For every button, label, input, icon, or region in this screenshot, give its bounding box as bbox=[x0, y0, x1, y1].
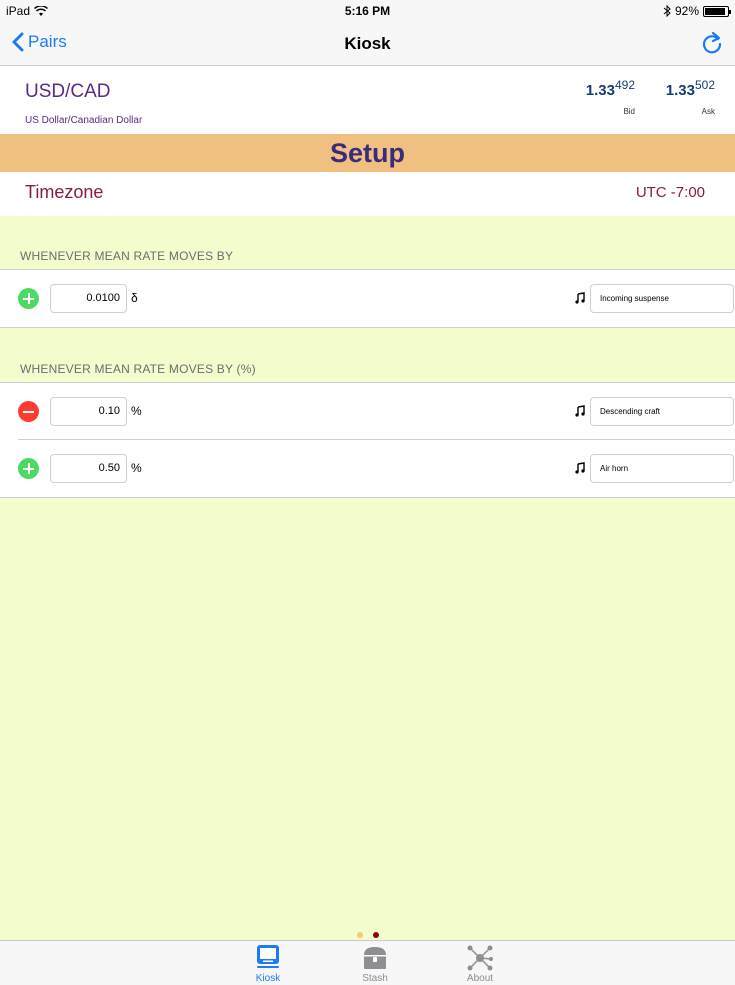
ask-quote: 1.33502 Ask bbox=[645, 78, 715, 116]
sound-select[interactable]: Air horn bbox=[590, 454, 734, 483]
bid-small: 492 bbox=[614, 78, 635, 92]
setup-banner: Setup bbox=[0, 134, 735, 172]
ask-small: 502 bbox=[694, 78, 715, 92]
bid-big: 1.33 bbox=[585, 82, 615, 99]
tab-kiosk[interactable]: Kiosk bbox=[238, 943, 298, 984]
timezone-value: UTC -7:00 bbox=[635, 184, 705, 201]
music-note-icon bbox=[575, 462, 585, 474]
music-note-icon bbox=[575, 292, 585, 304]
ask-big: 1.33 bbox=[665, 82, 695, 99]
pair-name: US Dollar/Canadian Dollar bbox=[25, 115, 143, 126]
divider bbox=[0, 497, 735, 498]
music-note-icon bbox=[575, 405, 585, 417]
sound-select[interactable]: Descending craft bbox=[590, 397, 734, 426]
threshold-input[interactable]: 0.0100 bbox=[50, 284, 127, 313]
tab-about[interactable]: About bbox=[450, 943, 510, 984]
unit-label: δ bbox=[131, 291, 138, 305]
unit-label: % bbox=[131, 461, 142, 475]
status-bar: iPad 5:16 PM 92% bbox=[0, 0, 735, 22]
section-header-delta: WHENEVER MEAN RATE MOVES BY bbox=[20, 249, 234, 263]
tab-label: Stash bbox=[362, 973, 388, 984]
refresh-icon[interactable] bbox=[699, 30, 725, 56]
timezone-label: Timezone bbox=[25, 182, 104, 202]
ask-label: Ask bbox=[701, 107, 715, 116]
bid-label: Bid bbox=[623, 107, 635, 116]
tab-label: Kiosk bbox=[255, 973, 281, 984]
nav-bar: Pairs Kiosk bbox=[0, 22, 735, 66]
section-header-percent: WHENEVER MEAN RATE MOVES BY (%) bbox=[20, 362, 256, 376]
add-alert-button[interactable] bbox=[18, 288, 39, 309]
alert-row: 0.10 % Descending craft bbox=[0, 383, 735, 440]
pair-header: USD/CAD US Dollar/Canadian Dollar 1.3349… bbox=[0, 66, 735, 134]
page-dot[interactable] bbox=[356, 932, 363, 938]
battery-icon bbox=[703, 5, 731, 17]
sound-select[interactable]: Incoming suspense bbox=[590, 284, 734, 313]
add-alert-button[interactable] bbox=[18, 458, 39, 479]
network-icon bbox=[467, 945, 493, 971]
page-title: Kiosk bbox=[344, 34, 391, 53]
alert-row: 0.0100 δ Incoming suspense bbox=[0, 270, 735, 327]
page-dot[interactable] bbox=[372, 932, 379, 938]
threshold-input[interactable]: 0.50 bbox=[50, 454, 127, 483]
remove-alert-button[interactable] bbox=[18, 401, 39, 422]
chest-icon bbox=[364, 947, 386, 969]
timezone-row[interactable]: Timezone UTC -7:00 bbox=[0, 172, 735, 216]
status-time: 5:16 PM bbox=[344, 4, 391, 18]
bluetooth-icon bbox=[663, 5, 671, 17]
divider bbox=[0, 327, 735, 328]
tab-stash[interactable]: Stash bbox=[345, 943, 405, 984]
pair-code: USD/CAD bbox=[25, 81, 111, 102]
page-indicator[interactable] bbox=[0, 932, 735, 938]
tab-label: About bbox=[466, 973, 494, 984]
battery-percent: 92% bbox=[674, 4, 699, 18]
tab-bar: Kiosk Stash About bbox=[0, 940, 735, 985]
kiosk-icon bbox=[257, 945, 279, 968]
alert-row: 0.50 % Air horn bbox=[0, 440, 735, 497]
bid-quote: 1.33492 Bid bbox=[565, 78, 635, 116]
unit-label: % bbox=[131, 404, 142, 418]
threshold-input[interactable]: 0.10 bbox=[50, 397, 127, 426]
